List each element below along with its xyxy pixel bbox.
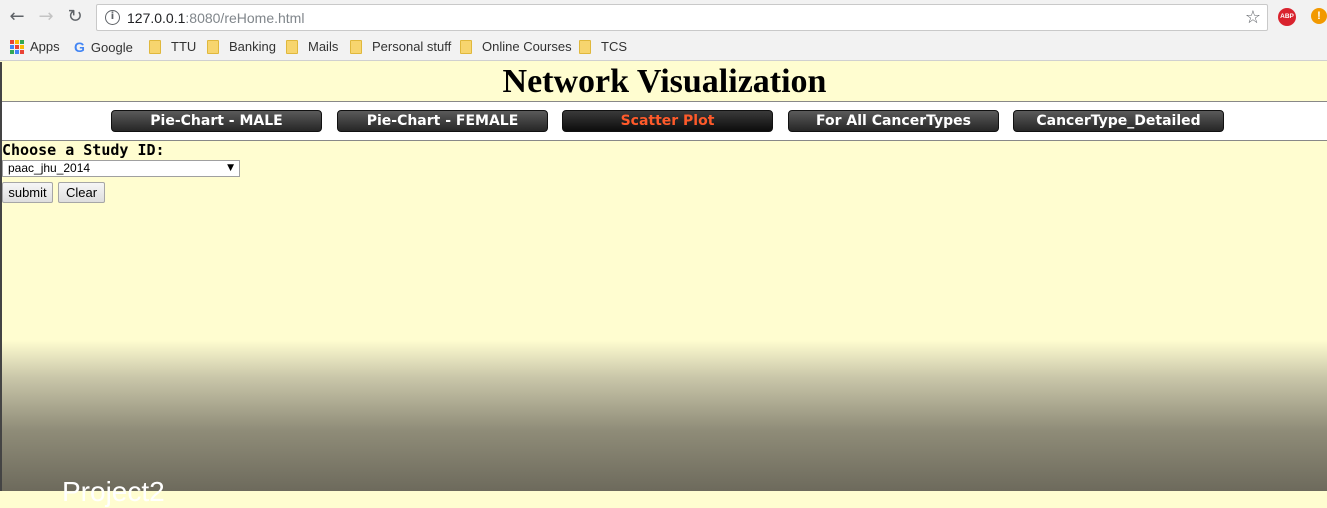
address-bar[interactable]: i 127.0.0.1:8080/reHome.html ☆ [96,4,1268,31]
bookmark-label: TTU [171,39,197,54]
apps-grid-icon [10,39,24,54]
dropdown-arrow-icon: ▼ [227,163,234,173]
info-icon[interactable]: i [105,10,120,25]
bookmark-label: Apps [30,39,60,54]
folder-icon [149,39,161,54]
bookmark-label: Banking [229,39,276,54]
folder-icon [207,39,219,54]
bookmark-label: Online Courses [482,39,572,54]
nav-scatter-plot[interactable]: Scatter Plot [562,110,773,132]
browser-toolbar: ← → ↻ i 127.0.0.1:8080/reHome.html ☆ ABP… [0,0,1327,34]
nav-pie-chart-male[interactable]: Pie-Chart - MALE [111,110,322,132]
bookmark-mails[interactable]: Mails [286,39,338,54]
submit-button[interactable]: submit [2,182,53,203]
adblock-icon[interactable]: ABP [1278,8,1296,26]
bookmark-online-courses[interactable]: Online Courses [460,39,572,54]
footer-project-text: Project2 [62,476,165,507]
background-gradient [2,340,1327,491]
bookmark-label: Google [90,39,133,55]
folder-icon [350,39,362,54]
bookmark-label: Personal stuff [372,39,452,54]
nav-pie-chart-female[interactable]: Pie-Chart - FEMALE [337,110,548,132]
folder-icon [460,39,472,54]
bookmark-personal-stuff[interactable]: Personal stuff [350,39,451,54]
bookmark-ttu[interactable]: TTU [149,39,196,54]
bookmark-google[interactable]: G Google [74,39,133,55]
page-content: Network Visualization Pie-Chart - MALE P… [0,62,1327,507]
folder-icon [286,39,298,54]
nav-cancer-type-detailed[interactable]: CancerType_Detailed [1013,110,1224,132]
bookmark-tcs[interactable]: TCS [579,39,627,54]
folder-icon [579,39,591,54]
bookmark-star-icon[interactable]: ☆ [1245,7,1261,28]
nav-bar: Pie-Chart - MALE Pie-Chart - FEMALE Scat… [2,101,1327,141]
bookmark-banking[interactable]: Banking [207,39,276,54]
bookmarks-bar: Apps G Google TTU Banking Mails Personal… [0,34,1327,61]
study-id-label: Choose a Study ID: [2,141,165,159]
bookmark-apps[interactable]: Apps [10,39,60,54]
reload-icon[interactable]: ↻ [64,6,86,28]
alert-icon[interactable]: ! [1311,8,1327,24]
back-icon[interactable]: ← [6,6,28,28]
google-icon: G [74,39,85,55]
forward-icon[interactable]: → [35,6,57,28]
study-id-value: paac_jhu_2014 [8,161,91,175]
nav-all-cancer-types[interactable]: For All CancerTypes [788,110,999,132]
bookmark-label: TCS [601,39,627,54]
url-text[interactable]: 127.0.0.1:8080/reHome.html [127,10,304,26]
study-id-select[interactable]: paac_jhu_2014 ▼ [2,160,240,177]
page-title: Network Visualization [502,63,827,100]
bookmark-label: Mails [308,39,339,54]
clear-button[interactable]: Clear [58,182,105,203]
